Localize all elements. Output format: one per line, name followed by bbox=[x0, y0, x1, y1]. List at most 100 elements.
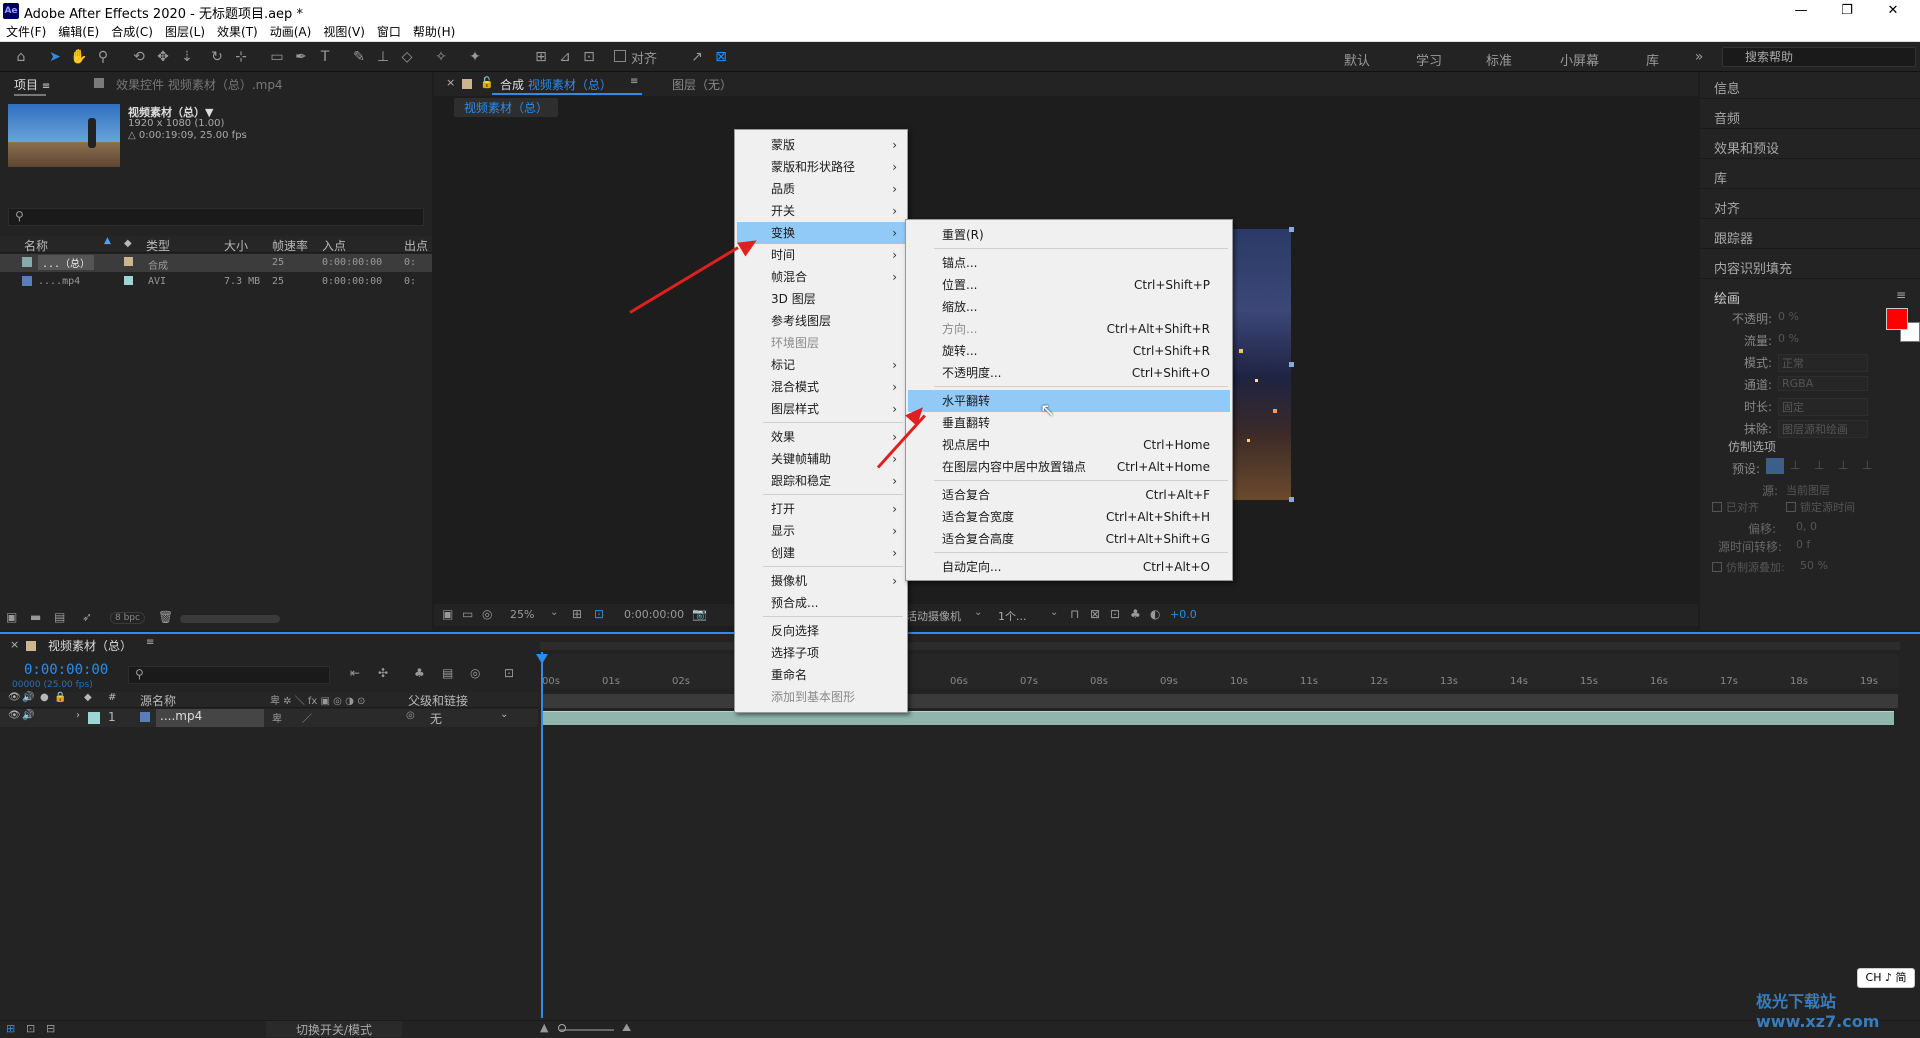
context_menu-item-13[interactable]: 效果 › bbox=[737, 426, 905, 448]
comp-timecode[interactable]: 0:00:00:00 bbox=[624, 608, 684, 621]
context_menu-item-10[interactable]: 标记 › bbox=[737, 354, 905, 376]
more-workspaces-icon[interactable]: » bbox=[1690, 48, 1708, 66]
context_menu-item-21[interactable]: 反向选择 bbox=[737, 620, 905, 642]
zoom-tool-icon[interactable]: ⚲ bbox=[94, 48, 112, 66]
close-tab-icon[interactable]: × bbox=[446, 76, 455, 89]
zoom-slider-thumb[interactable] bbox=[558, 1024, 566, 1032]
paint-value[interactable]: 正常 bbox=[1778, 354, 1868, 372]
paint-value[interactable]: 图层源和绘画 bbox=[1778, 420, 1868, 438]
transfer-controls-icon[interactable]: ⊡ bbox=[26, 1022, 35, 1035]
workspace-1[interactable]: 学习 bbox=[1416, 50, 1442, 69]
tab-layer[interactable]: 图层（无） bbox=[672, 76, 732, 93]
submenu-item-8[interactable]: 垂直翻转 bbox=[908, 412, 1230, 434]
zoom-out-icon[interactable]: ▲ bbox=[540, 1021, 548, 1034]
submenu-item-12[interactable]: 适合复合宽度 Ctrl+Alt+Shift+H bbox=[908, 506, 1230, 528]
foreground-color-swatch[interactable] bbox=[1886, 308, 1908, 330]
close-button[interactable]: ✕ bbox=[1870, 0, 1916, 22]
paint-value[interactable]: 0 % bbox=[1778, 332, 1868, 345]
paint-value[interactable]: RGBA bbox=[1778, 376, 1868, 391]
zoom-in-icon[interactable]: ⛰ bbox=[622, 1021, 631, 1035]
source-dropdown[interactable]: 当前图层 bbox=[1786, 482, 1830, 498]
aligned-checkbox[interactable] bbox=[1712, 502, 1722, 512]
snapshot-icon[interactable]: ⊡ bbox=[1110, 607, 1120, 621]
snap-grid-icon[interactable]: ⊠ bbox=[712, 48, 730, 66]
clone-preset-1[interactable] bbox=[1766, 458, 1784, 474]
motion-blur-icon[interactable]: ◎ bbox=[470, 666, 480, 680]
context_menu-item-20[interactable]: 预合成... bbox=[737, 592, 905, 614]
clone-preset-5[interactable]: ⊥ bbox=[1862, 458, 1872, 472]
panel-3[interactable]: 库 bbox=[1714, 168, 1727, 187]
layer-row[interactable]: 👁 🔊 › 1 ....mp4 卑 ／ ◎ 无 ⌄ bbox=[0, 709, 538, 727]
table-row[interactable]: ...（总） 合成 25 0:00:00:00 0: bbox=[0, 254, 432, 272]
camera-dropdown[interactable]: 活动摄像机 bbox=[906, 608, 961, 624]
speaker-icon[interactable]: 🔊 bbox=[22, 710, 34, 721]
col-in[interactable]: 入点 bbox=[322, 237, 346, 254]
col-size[interactable]: 大小 bbox=[224, 237, 248, 254]
camera-icon[interactable]: 📷 bbox=[692, 607, 707, 621]
bpc-button[interactable]: 8 bpc bbox=[110, 612, 145, 624]
expand-chevron-icon[interactable]: › bbox=[76, 710, 80, 721]
lock-column-icon[interactable]: 🔒 bbox=[54, 692, 66, 703]
layer-handle[interactable] bbox=[1289, 497, 1294, 502]
ime-indicator[interactable]: CH ♪ 简 bbox=[1857, 968, 1915, 988]
project-scrollbar[interactable] bbox=[180, 615, 280, 623]
view-options-icon[interactable]: ⊓ bbox=[1070, 607, 1079, 621]
submenu-item-13[interactable]: 适合复合高度 Ctrl+Alt+Shift+G bbox=[908, 528, 1230, 550]
zoom-dropdown[interactable]: 25% bbox=[510, 608, 534, 621]
lock-icon[interactable]: 🔓 bbox=[480, 76, 494, 89]
frame-blending-icon[interactable]: ▤ bbox=[442, 666, 453, 680]
col-out[interactable]: 出点 bbox=[404, 237, 428, 254]
solo-icon[interactable]: ● bbox=[40, 692, 49, 703]
puppet-pin-icon[interactable]: ✦ bbox=[466, 48, 484, 66]
context_menu-item-2[interactable]: 品质 › bbox=[737, 178, 905, 200]
workspace-4[interactable]: 库 bbox=[1646, 50, 1659, 69]
hand-tool-icon[interactable]: ✋ bbox=[70, 48, 88, 66]
submenu-item-6[interactable]: 不透明度... Ctrl+Shift+O bbox=[908, 362, 1230, 384]
composition-flowchart-icon[interactable]: ⇤ bbox=[350, 666, 360, 680]
col-name[interactable]: 名称 bbox=[24, 237, 48, 254]
flow-icon[interactable]: ♣ bbox=[1130, 607, 1141, 621]
context_menu-item-16[interactable]: 打开 › bbox=[737, 498, 905, 520]
context_menu-item-8[interactable]: 参考线图层 bbox=[737, 310, 905, 332]
project-search-input[interactable]: ⚲ bbox=[8, 208, 424, 226]
quality-switch-icon[interactable]: ／ bbox=[302, 710, 312, 725]
anchor-tool-icon[interactable]: ⊹ bbox=[232, 48, 250, 66]
local-axis-icon[interactable]: ⊞ bbox=[532, 48, 550, 66]
toggle-switches-modes[interactable]: 切换开关/模式 bbox=[266, 1021, 402, 1037]
col-source-name[interactable]: 源名称 bbox=[140, 692, 176, 709]
parent-dropdown[interactable]: 无 bbox=[430, 710, 442, 727]
paint-value[interactable]: 0 % bbox=[1778, 310, 1868, 323]
clone-preset-4[interactable]: ⊥ bbox=[1838, 458, 1848, 472]
comp-breadcrumb[interactable]: 视频素材（总） bbox=[454, 98, 559, 117]
time-shift-value[interactable]: 0 f bbox=[1796, 538, 1810, 551]
submenu-item-3[interactable]: 缩放... bbox=[908, 296, 1230, 318]
snap-checkbox[interactable] bbox=[614, 50, 626, 62]
timeline-search-input[interactable]: ⚲ bbox=[128, 666, 330, 684]
clone-stamp-icon[interactable]: ⊥ bbox=[374, 48, 392, 66]
table-row[interactable]: ....mp4 AVI 7.3 MB 25 0:00:00:00 0: bbox=[0, 273, 432, 291]
text-tool-icon[interactable]: T bbox=[316, 48, 334, 66]
zoom-slider[interactable] bbox=[560, 1029, 614, 1031]
menu-6[interactable]: 视图(V) bbox=[317, 22, 371, 42]
timeline-tab[interactable]: 视频素材（总） bbox=[48, 637, 132, 654]
current-time-indicator[interactable] bbox=[541, 652, 543, 1018]
context_menu-item-19[interactable]: 摄像机 › bbox=[737, 570, 905, 592]
submenu-item-7[interactable]: 水平翻转 bbox=[908, 390, 1230, 412]
video-toggle-icon[interactable]: 👁 bbox=[8, 692, 21, 703]
submenu-item-10[interactable]: 在图层内容中居中放置锚点 Ctrl+Alt+Home bbox=[908, 456, 1230, 478]
view-axis-icon[interactable]: ⊡ bbox=[580, 48, 598, 66]
tab-project[interactable]: 项目 ≡ bbox=[14, 76, 50, 93]
snap-options-icon[interactable]: ↗ bbox=[688, 48, 706, 66]
layer-switches-icon[interactable]: ⊞ bbox=[6, 1022, 15, 1035]
workspace-0[interactable]: 默认 bbox=[1344, 50, 1370, 69]
brush-tool-icon[interactable]: ✎ bbox=[350, 48, 368, 66]
label-column-icon[interactable]: ◆ bbox=[84, 692, 92, 703]
fit-icon[interactable]: ⊞ bbox=[572, 607, 582, 621]
timing-icon[interactable]: ⊟ bbox=[46, 1022, 55, 1035]
submenu-item-2[interactable]: 位置... Ctrl+Shift+P bbox=[908, 274, 1230, 296]
home-icon[interactable]: ⌂ bbox=[12, 48, 30, 66]
layer-duration-bar[interactable] bbox=[542, 711, 1894, 725]
submenu-item-11[interactable]: 适合复合 Ctrl+Alt+F bbox=[908, 484, 1230, 506]
col-type[interactable]: 类型 bbox=[146, 237, 170, 254]
close-tab-icon[interactable]: × bbox=[10, 638, 19, 651]
